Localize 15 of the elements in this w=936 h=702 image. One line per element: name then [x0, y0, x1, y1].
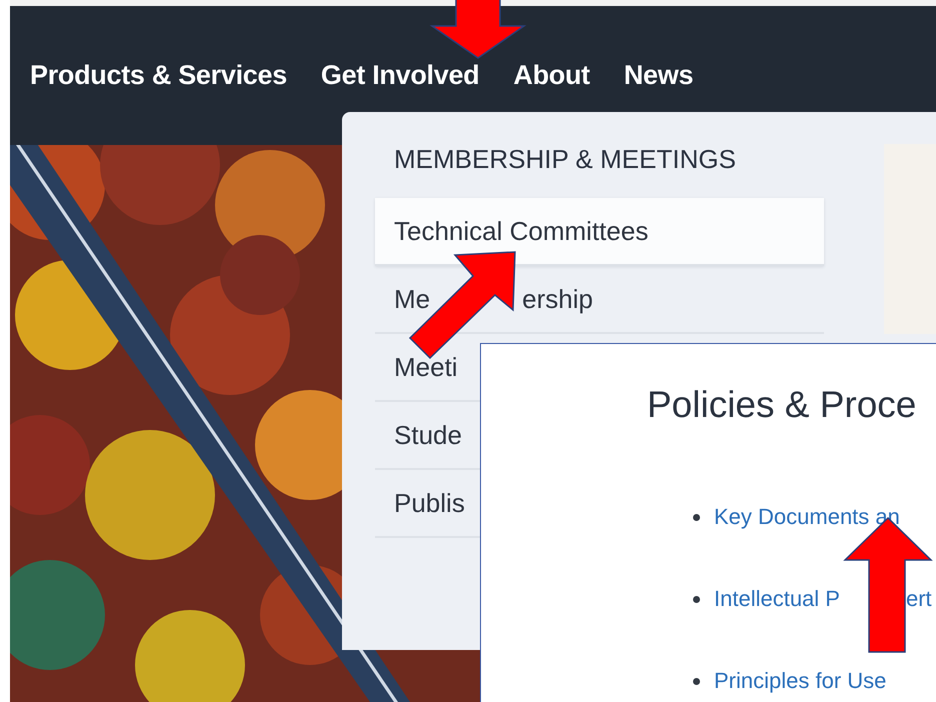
menu-item[interactable]: Technical Committees [375, 198, 824, 266]
document-link[interactable]: Intellectual P [714, 586, 840, 612]
nav-link[interactable]: Get Involved [320, 60, 480, 91]
menu-heading: MEMBERSHIP & MEETINGS [393, 144, 737, 176]
nav-link[interactable]: News [624, 60, 694, 91]
bullet-icon [693, 596, 700, 602]
nav-link[interactable]: Products & Services [30, 60, 287, 91]
bullet-icon [693, 678, 700, 684]
document-link[interactable]: Principles for Use [714, 668, 886, 694]
menu-item-label: Me [394, 284, 430, 314]
menu-item-label: ership [522, 284, 593, 314]
nav-link[interactable]: About [513, 60, 590, 91]
bullet-icon [693, 514, 700, 520]
document-link[interactable]: ert [906, 586, 932, 612]
page-title: Policies & Proce [647, 384, 918, 426]
